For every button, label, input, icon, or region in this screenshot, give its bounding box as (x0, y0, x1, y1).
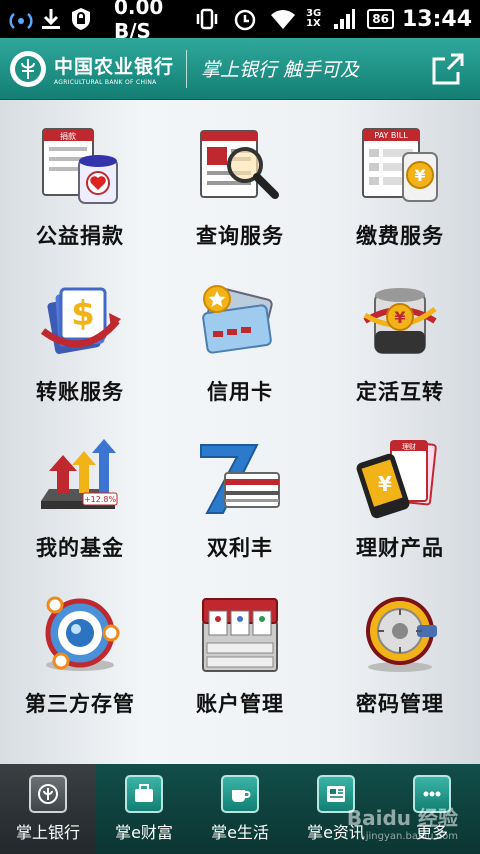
bottom-tab-bar: 掌上银行 掌e财富 掌e生活 掌e资讯 更多 Baidu 经验 jingyan.b… (0, 764, 480, 854)
tile-third-party[interactable]: 第三方存管 (0, 578, 160, 734)
tile-label: 理财产品 (356, 536, 444, 560)
svg-text:PAY BILL: PAY BILL (374, 131, 408, 140)
battery-level: 86 (367, 9, 394, 29)
tile-donation[interactable]: 捐款 公益捐款 (0, 110, 160, 266)
tile-credit-card[interactable]: 信用卡 (160, 266, 320, 422)
network-type: 3G 1X (306, 8, 322, 29)
clock: 13:44 (401, 6, 472, 32)
network-speed: 0.00 B/S (114, 0, 164, 43)
svg-text:¥: ¥ (394, 308, 405, 327)
coffee-cup-icon (221, 775, 259, 813)
tile-label: 缴费服务 (356, 224, 444, 248)
bank-name-cn: 中国农业银行 (54, 55, 175, 78)
tab-label: 掌e资讯 (307, 823, 365, 842)
newspaper-icon (317, 775, 355, 813)
tile-transfer[interactable]: $ 转账服务 (0, 266, 160, 422)
tile-shuanglifeng[interactable]: 双利丰 (160, 422, 320, 578)
shield-lock-icon (68, 4, 94, 34)
tab-label: 更多 (415, 823, 448, 842)
tile-wealth-product[interactable]: 理财 ¥ 理财产品 (320, 422, 480, 578)
tile-label: 我的基金 (36, 536, 124, 560)
bank-logo: 中国农业银行 AGRICULTURAL BANK OF CHINA (10, 50, 175, 87)
wealth-product-icon: 理财 ¥ (352, 432, 448, 524)
bank-name-en: AGRICULTURAL BANK OF CHINA (54, 78, 157, 86)
query-icon (192, 120, 288, 212)
account-icon (192, 588, 288, 680)
signal-icon (329, 4, 359, 34)
tab-wealth[interactable]: 掌e财富 (96, 764, 192, 854)
tile-account[interactable]: 账户管理 (160, 578, 320, 734)
svg-text:+12.8%: +12.8% (84, 495, 117, 504)
abc-logo-icon (10, 50, 46, 87)
tab-life[interactable]: 掌e生活 (192, 764, 288, 854)
password-icon (352, 588, 448, 680)
deposit-swap-icon: ¥ (352, 276, 448, 368)
bank-tab-icon (29, 775, 67, 813)
pay-bill-icon: PAY BILL ¥ (352, 120, 448, 212)
vibrate-icon (192, 4, 222, 34)
svg-text:$: $ (71, 294, 95, 334)
briefcase-icon (125, 775, 163, 813)
tile-password[interactable]: 密码管理 (320, 578, 480, 734)
svg-text:捐款: 捐款 (60, 131, 76, 141)
tile-label: 第三方存管 (25, 692, 135, 716)
tile-label: 密码管理 (356, 692, 444, 716)
status-bar: 0.00 B/S 3G 1X 86 13:44 (0, 0, 480, 43)
tile-label: 账户管理 (196, 692, 284, 716)
tab-news[interactable]: 掌e资讯 (288, 764, 384, 854)
shuanglifeng-icon (192, 432, 288, 524)
tile-fund[interactable]: +12.8% 我的基金 (0, 422, 160, 578)
tile-label: 定活互转 (356, 380, 444, 404)
tab-mobile-bank[interactable]: 掌上银行 (0, 764, 96, 854)
more-dots-icon (413, 775, 451, 813)
svg-text:理财: 理财 (402, 442, 416, 451)
tab-label: 掌上银行 (15, 823, 80, 842)
tile-deposit-swap[interactable]: ¥ 定活互转 (320, 266, 480, 422)
wifi-hotspot-icon (8, 4, 34, 34)
service-menu: 捐款 公益捐款 查询服务 PAY BILL ¥ 缴费服务 $ 转账服务 信用卡 … (0, 100, 480, 764)
credit-card-icon (192, 276, 288, 368)
donation-icon: 捐款 (32, 120, 128, 212)
tab-label: 掌e财富 (115, 823, 173, 842)
tab-more[interactable]: 更多 (384, 764, 480, 854)
alarm-icon (230, 4, 260, 34)
slogan: 掌上银行 触手可及 (201, 59, 360, 81)
wifi-icon (268, 4, 298, 34)
app-header: 中国农业银行 AGRICULTURAL BANK OF CHINA 掌上银行 触… (0, 38, 480, 100)
fund-icon: +12.8% (32, 432, 128, 524)
exit-icon (432, 53, 464, 84)
tile-label: 查询服务 (196, 224, 284, 248)
transfer-icon: $ (32, 276, 128, 368)
third-party-icon (32, 588, 128, 680)
tile-query[interactable]: 查询服务 (160, 110, 320, 266)
tile-pay-bill[interactable]: PAY BILL ¥ 缴费服务 (320, 110, 480, 266)
svg-text:¥: ¥ (414, 166, 425, 185)
tile-label: 信用卡 (207, 380, 273, 404)
tile-label: 公益捐款 (36, 224, 124, 248)
tile-label: 转账服务 (36, 380, 124, 404)
svg-text:¥: ¥ (378, 472, 392, 496)
exit-button[interactable] (426, 47, 470, 91)
header-divider (186, 49, 188, 88)
tile-label: 双利丰 (207, 536, 273, 560)
download-icon (38, 4, 64, 34)
tab-label: 掌e生活 (211, 823, 269, 842)
